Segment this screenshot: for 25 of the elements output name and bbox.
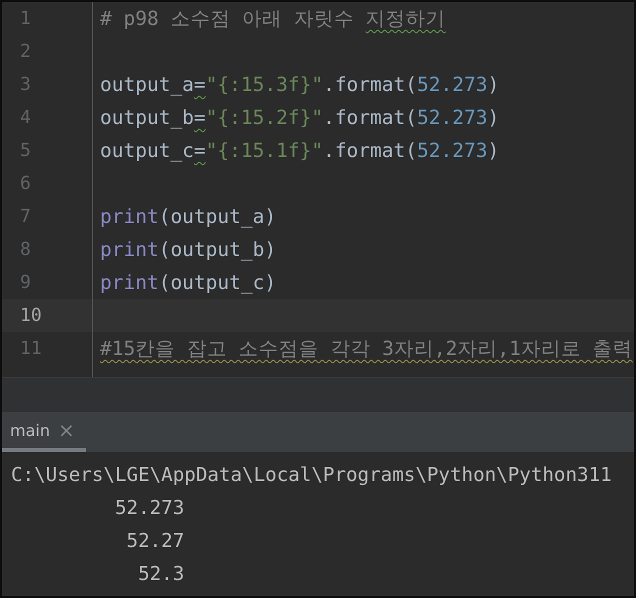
code-line: print(output_c) — [100, 271, 276, 294]
code-line: # p98 소수점 아래 자릿수 지정하기 — [100, 6, 446, 32]
line-number: 9 — [19, 272, 32, 293]
line-number: 10 — [19, 305, 43, 326]
code-line: #15칸을 잡고 소수점을 각각 3자리,2자리,1자리로 출력 — [100, 336, 633, 362]
code-line: output_b="{:15.2f}".format(52.273) — [100, 106, 500, 129]
console-output: C:\Users\LGE\AppData\Local\Programs\Python\Python311 — [11, 462, 613, 488]
line-number: 1 — [19, 8, 32, 29]
console-output: 52.273 — [114, 495, 186, 521]
code-line: output_c="{:15.1f}".format(52.273) — [100, 139, 500, 162]
line-number: 6 — [19, 173, 32, 194]
line-number: 3 — [19, 74, 32, 95]
line-number: 2 — [19, 41, 32, 62]
run-tab[interactable]: main × — [2, 412, 86, 452]
line-number: 4 — [19, 107, 32, 128]
panel-splitter[interactable] — [2, 377, 634, 412]
line-number: 7 — [19, 206, 32, 227]
code-line: output_a="{:15.3f}".format(52.273) — [100, 73, 500, 96]
code-line: print(output_a) — [100, 205, 276, 228]
line-number: 8 — [19, 239, 32, 260]
console-output: 52.27 — [126, 528, 186, 554]
line-number: 5 — [19, 140, 32, 161]
console-output: 52.3 — [137, 561, 186, 587]
line-number: 11 — [19, 338, 43, 359]
code-line: print(output_b) — [100, 238, 276, 261]
